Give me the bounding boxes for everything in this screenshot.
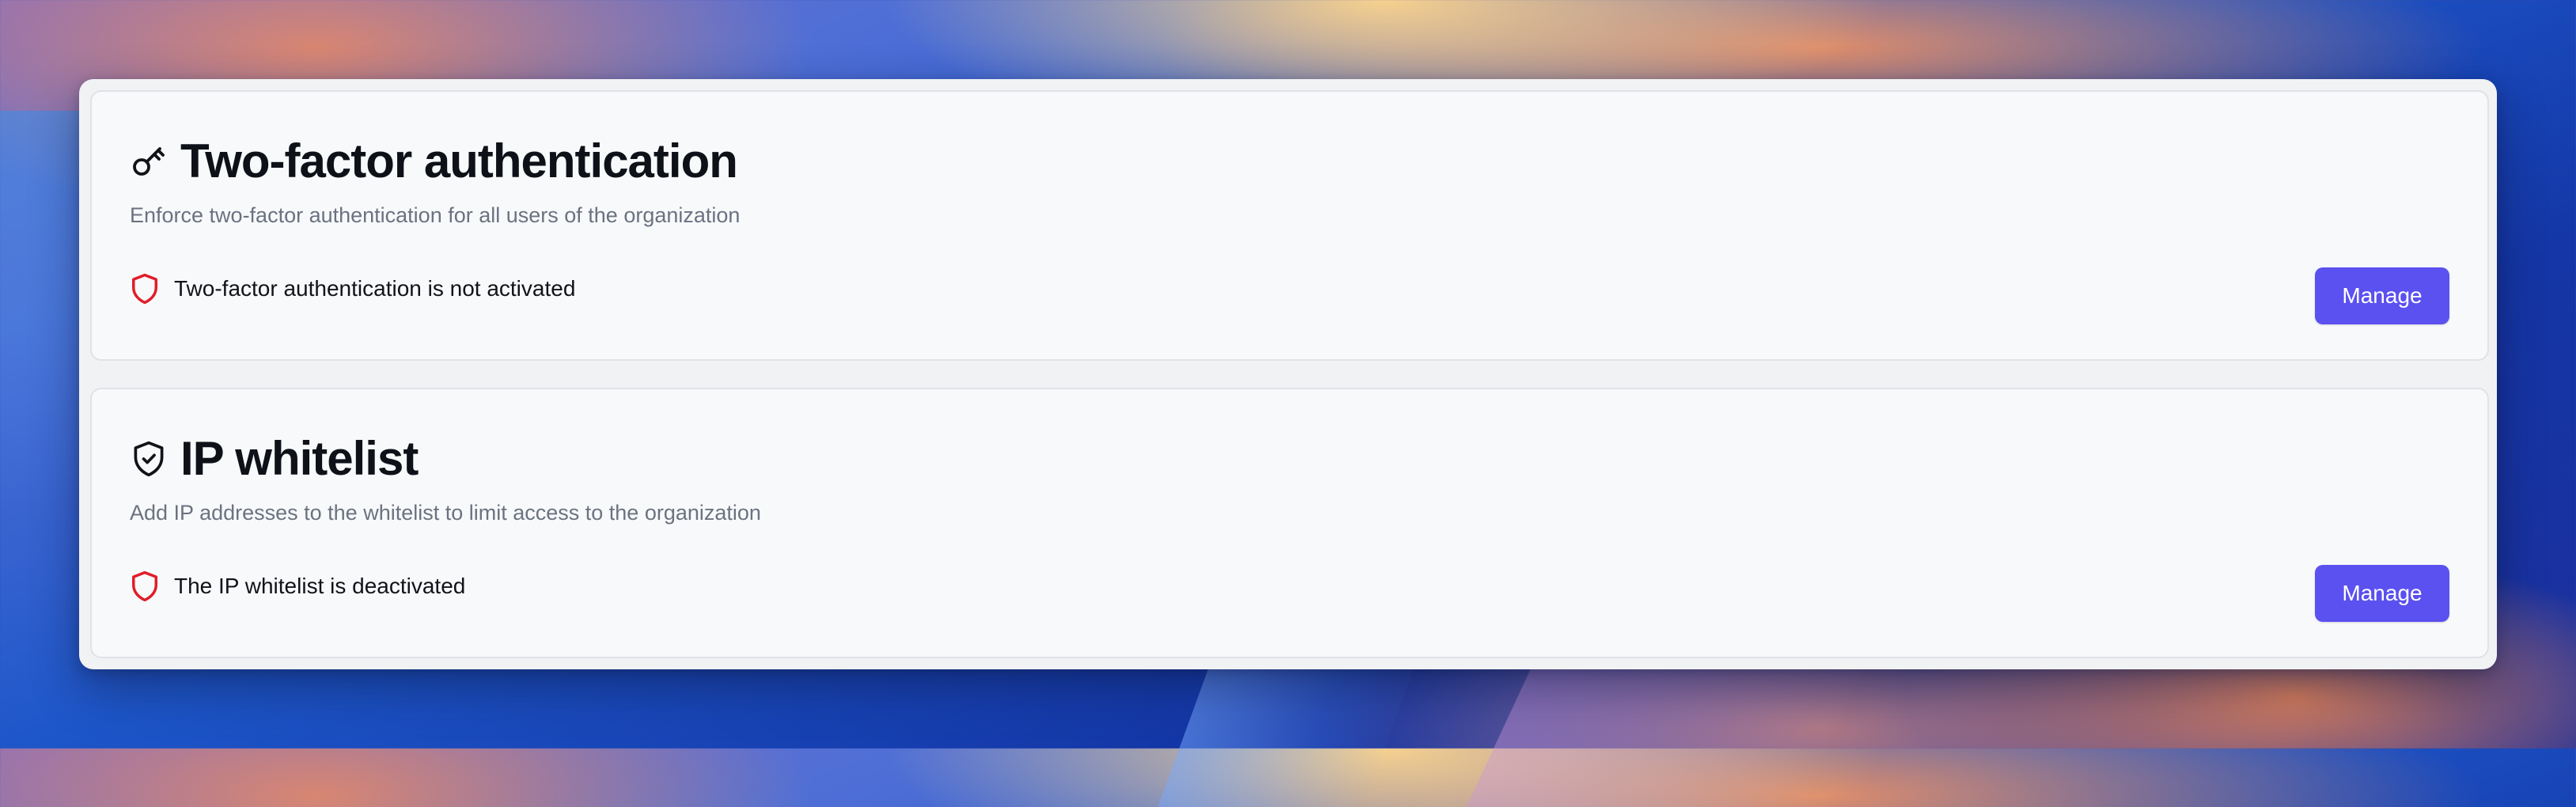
- status-text: Two-factor authentication is not activat…: [174, 276, 576, 301]
- ip-whitelist-card: IP whitelist Add IP addresses to the whi…: [90, 388, 2489, 658]
- two-factor-card: Two-factor authentication Enforce two-fa…: [90, 90, 2489, 361]
- status-row: Two-factor authentication is not activat…: [130, 271, 575, 307]
- manage-ip-whitelist-button[interactable]: Manage: [2315, 565, 2449, 622]
- card-header: Two-factor authentication: [130, 130, 738, 193]
- shield-check-icon: [130, 440, 168, 478]
- shield-icon: [130, 570, 160, 603]
- manage-two-factor-button[interactable]: Manage: [2315, 267, 2449, 324]
- status-row: The IP whitelist is deactivated: [130, 568, 465, 604]
- card-description: Enforce two-factor authentication for al…: [130, 203, 741, 227]
- card-header: IP whitelist: [130, 427, 419, 491]
- background-streak: [1157, 649, 1422, 807]
- key-icon: [130, 142, 168, 180]
- security-settings-panel: Two-factor authentication Enforce two-fa…: [79, 79, 2497, 669]
- status-text: The IP whitelist is deactivated: [174, 574, 466, 598]
- card-title: IP whitelist: [180, 432, 419, 485]
- shield-icon: [130, 272, 160, 305]
- card-description: Add IP addresses to the whitelist to lim…: [130, 501, 761, 525]
- background-streak: [1466, 649, 1873, 807]
- card-title: Two-factor authentication: [180, 134, 738, 188]
